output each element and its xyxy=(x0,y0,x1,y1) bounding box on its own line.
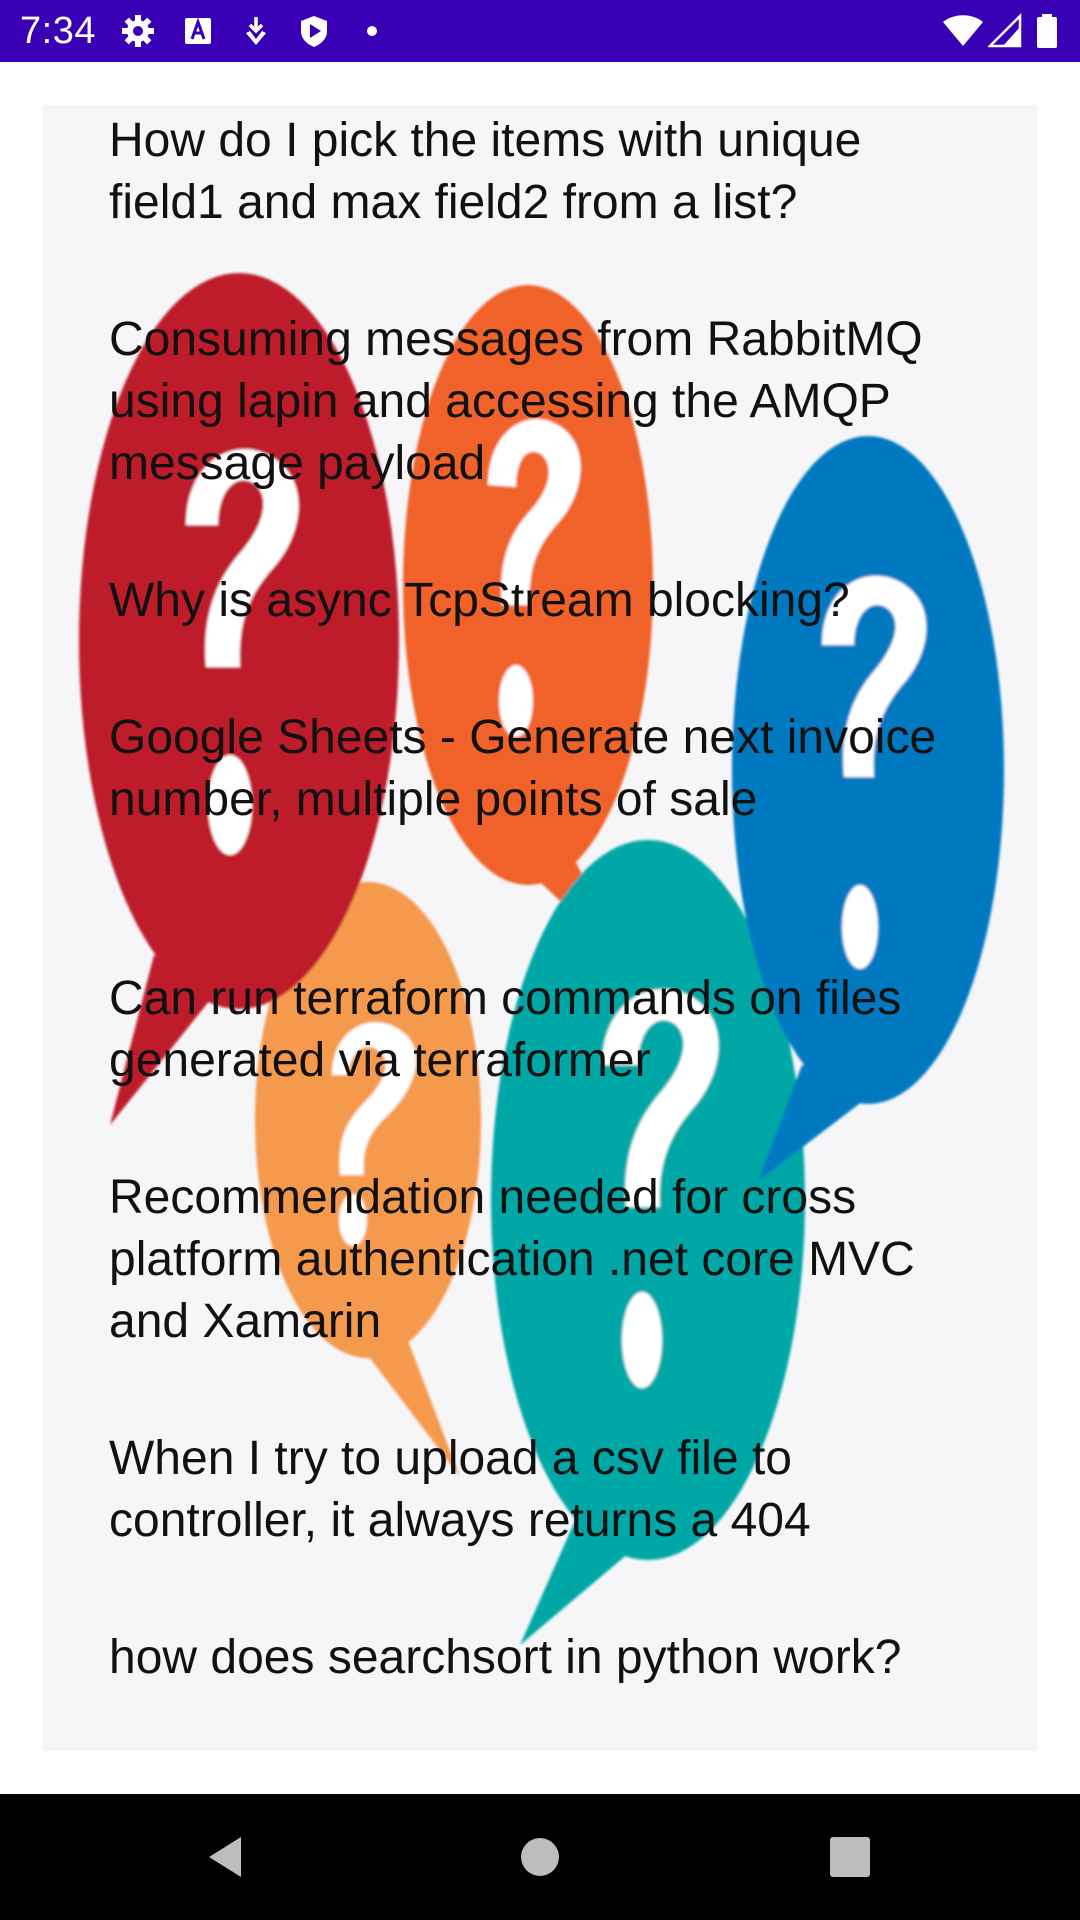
question-title: how does searchsort in python work? xyxy=(109,1631,902,1684)
question-title: Google Sheets - Generate next invoice nu… xyxy=(109,711,937,826)
list-item[interactable]: how does searchsort in python work? xyxy=(109,1627,989,1689)
home-icon[interactable] xyxy=(510,1827,570,1887)
navigation-bar xyxy=(0,1794,1080,1920)
recents-icon[interactable] xyxy=(820,1827,880,1887)
question-title: Recommendation needed for cross platform… xyxy=(109,1171,915,1348)
question-title: How do I pick the items with unique fiel… xyxy=(109,114,862,229)
question-list-panel[interactable]: How do I pick the items with unique fiel… xyxy=(42,105,1038,1751)
question-title: Can run terraform commands on files gene… xyxy=(109,972,902,1087)
play-shield-icon xyxy=(301,16,327,47)
list-item[interactable]: Recommendation needed for cross platform… xyxy=(109,1167,989,1353)
content-area: How do I pick the items with unique fiel… xyxy=(0,62,1080,1794)
list-item[interactable]: Google Sheets - Generate next invoice nu… xyxy=(109,707,989,831)
wifi-icon xyxy=(943,15,983,46)
list-item[interactable]: Why is async TcpStream blocking? xyxy=(109,570,989,632)
gear-icon xyxy=(122,15,154,47)
text-a-icon xyxy=(185,17,211,44)
question-title: When I try to upload a csv file to contr… xyxy=(109,1432,811,1547)
list-item[interactable]: When I try to upload a csv file to contr… xyxy=(109,1428,989,1552)
question-title: Consuming messages from RabbitMQ using l… xyxy=(109,313,923,490)
dot-icon xyxy=(367,26,377,36)
signal-icon xyxy=(988,13,1022,48)
battery-icon xyxy=(1037,14,1057,48)
status-time: 7:34 xyxy=(20,10,96,52)
status-bar: 7:34 xyxy=(0,0,1080,62)
question-title: Why is async TcpStream blocking? xyxy=(109,574,850,627)
list-item[interactable]: Can run terraform commands on files gene… xyxy=(109,968,989,1092)
list-item[interactable]: Consuming messages from RabbitMQ using l… xyxy=(109,309,989,495)
download-shield-icon xyxy=(246,17,266,45)
list-item[interactable]: How do I pick the items with unique fiel… xyxy=(109,110,989,234)
back-icon[interactable] xyxy=(195,1827,255,1887)
